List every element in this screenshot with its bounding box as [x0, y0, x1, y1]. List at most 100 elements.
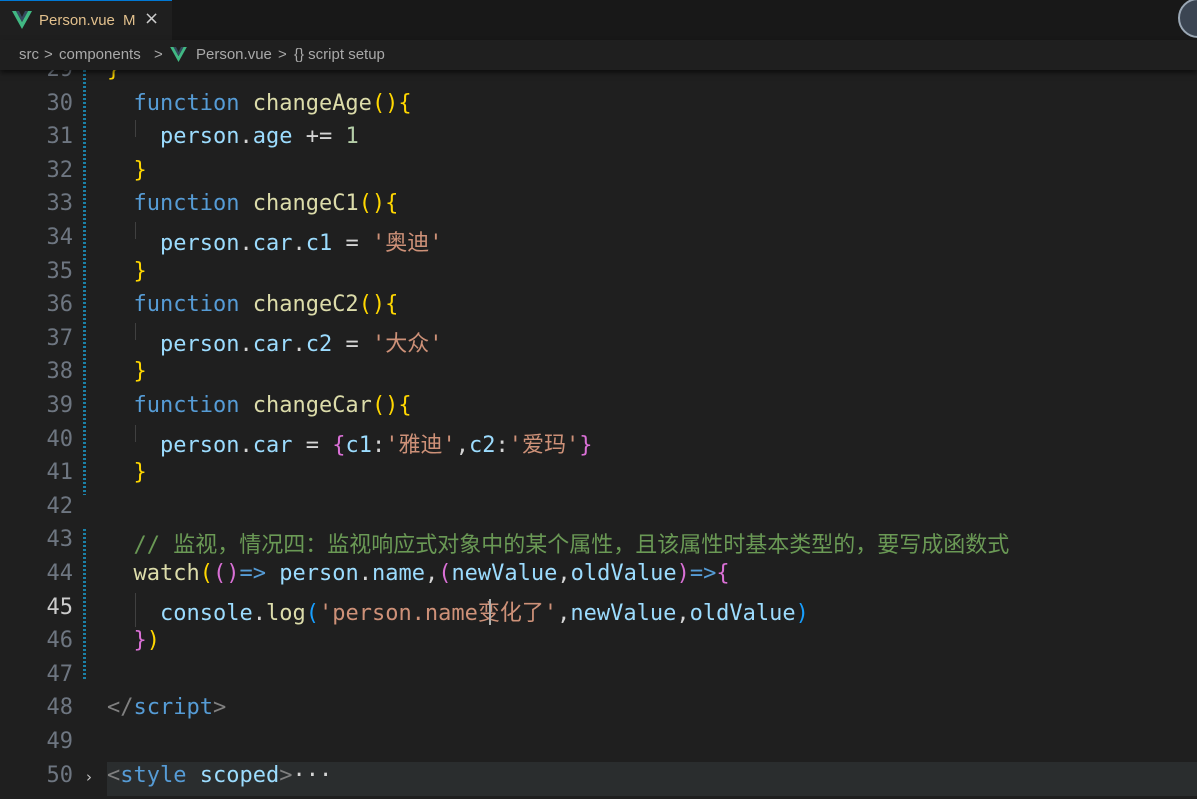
code-text: function changeCar(){: [107, 393, 412, 418]
code-token: =>: [689, 561, 717, 586]
code-token: '大众': [371, 331, 443, 357]
code-line[interactable]: 34 person.car.c1 = '奥迪': [0, 221, 1197, 256]
line-number: 31: [46, 124, 74, 150]
code-text: function changeC2(){: [107, 292, 399, 318]
code-editor[interactable]: › 29}30 function changeAge(){31 person.a…: [0, 70, 1197, 799]
code-text: person.age += 1: [107, 124, 359, 149]
code-token: changeC1: [252, 191, 359, 217]
line-number: 41: [46, 460, 74, 486]
line-number: 44: [46, 561, 74, 586]
code-line[interactable]: 48 </script>: [0, 691, 1197, 725]
breadcrumb-components[interactable]: components: [59, 46, 141, 63]
code-token: .: [239, 231, 253, 256]
code-line[interactable]: 44 watch(()=> person.name,(newValue,oldV…: [0, 557, 1197, 591]
code-token: ,: [557, 600, 571, 626]
code-line[interactable]: 40 person.car = {c1:'雅迪',c2:'爱玛'}: [0, 423, 1197, 458]
code-token: </: [107, 695, 134, 721]
code-text: <style scoped>···: [107, 763, 332, 788]
code-token: ,: [424, 561, 439, 586]
code-token: ): [146, 628, 160, 654]
code-token: >: [279, 762, 293, 788]
code-token: '爱玛': [508, 432, 580, 458]
code-token: c2: [305, 331, 333, 357]
code-token: scoped: [186, 762, 280, 788]
code-line[interactable]: 47: [0, 658, 1197, 692]
line-number: 46: [46, 628, 74, 654]
code-token: }: [133, 628, 147, 654]
chevron-right-icon: >: [154, 46, 163, 63]
code-token: .: [292, 231, 306, 256]
code-token: script: [133, 695, 213, 721]
code-token: changeAge: [252, 90, 372, 116]
code-text: console.log('person.name变化了',newValue,ol…: [107, 595, 809, 627]
code-line[interactable]: 49: [0, 725, 1197, 759]
code-token: console: [133, 600, 253, 626]
code-token: =: [332, 231, 372, 256]
code-token: car: [252, 331, 293, 357]
code-token: .: [239, 124, 253, 150]
line-number: 34: [46, 225, 74, 250]
code-text: }: [107, 70, 120, 82]
code-token: newValue: [570, 600, 677, 626]
chevron-right-icon: >: [278, 46, 287, 63]
line-number: 38: [46, 359, 74, 385]
code-token: }: [133, 460, 147, 486]
tab-person-vue[interactable]: Person.vue M ×: [0, 0, 172, 40]
code-line[interactable]: 39 function changeCar(){: [0, 389, 1197, 423]
code-line[interactable]: 29}: [0, 70, 1197, 87]
line-number: 36: [46, 292, 74, 318]
code-token: :: [371, 432, 386, 458]
code-token: changeC2: [252, 292, 359, 318]
code-line[interactable]: 46 }): [0, 624, 1197, 658]
code-token: style: [120, 762, 187, 788]
code-token: c1: [305, 231, 333, 256]
code-line[interactable]: 45 console.log('person.name变化了',newValue…: [0, 591, 1197, 627]
code-line[interactable]: 31 person.age += 1: [0, 120, 1197, 154]
code-token: (: [438, 561, 452, 586]
line-number: 29: [13, 70, 74, 82]
breadcrumb-file[interactable]: Person.vue: [196, 46, 272, 63]
code-token: (){: [358, 191, 399, 217]
code-line[interactable]: 43 // 监视，情况四：监视响应式对象中的某个属性，且该属性时基本类型的，要写…: [0, 523, 1197, 559]
code-token: (: [199, 561, 213, 586]
code-line[interactable]: 41 }: [0, 456, 1197, 490]
code-line[interactable]: 30 function changeAge(){: [0, 87, 1197, 121]
code-token: c2: [468, 432, 496, 458]
code-token: '雅迪': [385, 432, 456, 458]
code-text: // 监视，情况四：监视响应式对象中的某个属性，且该属性时基本类型的，要写成函数…: [107, 527, 1010, 559]
code-token: watch: [133, 561, 200, 586]
line-number: 35: [46, 258, 74, 284]
code-text: }: [107, 460, 147, 485]
code-token: ,: [557, 561, 571, 586]
vue-icon: [170, 47, 187, 66]
code-text: </script>: [107, 695, 226, 720]
code-token: '奥迪': [371, 231, 443, 256]
code-token: 'person.name变化了': [318, 600, 558, 626]
breadcrumb-src[interactable]: src: [19, 46, 39, 63]
breadcrumb-symbol[interactable]: {} script setup: [294, 46, 385, 63]
code-line[interactable]: 42: [0, 490, 1197, 524]
code-token: =: [332, 331, 372, 357]
line-number: 33: [46, 191, 74, 217]
code-token: 1: [345, 124, 359, 150]
code-token: person: [265, 561, 359, 586]
code-token: oldValue: [570, 561, 677, 586]
code-line[interactable]: 37 person.car.c2 = '大众': [0, 322, 1197, 357]
line-number: 42: [46, 493, 74, 519]
code-token: <: [107, 762, 121, 788]
code-token: {: [332, 432, 346, 458]
code-token: ···: [292, 762, 333, 788]
code-line[interactable]: 35 }: [0, 255, 1197, 289]
vue-icon: [12, 11, 32, 33]
close-icon[interactable]: ×: [144, 8, 159, 29]
code-line[interactable]: 50 <style scoped>···: [0, 759, 1197, 793]
code-token: .: [358, 561, 372, 586]
code-line[interactable]: 33 function changeC1(){: [0, 187, 1197, 221]
line-number: 32: [46, 157, 74, 183]
modified-badge: M: [123, 12, 136, 29]
code-line[interactable]: 38 }: [0, 355, 1197, 389]
code-line[interactable]: 32 }: [0, 154, 1197, 188]
avatar[interactable]: [1178, 0, 1197, 38]
code-line[interactable]: 36 function changeC2(){: [0, 288, 1197, 322]
code-token: ): [676, 561, 690, 586]
